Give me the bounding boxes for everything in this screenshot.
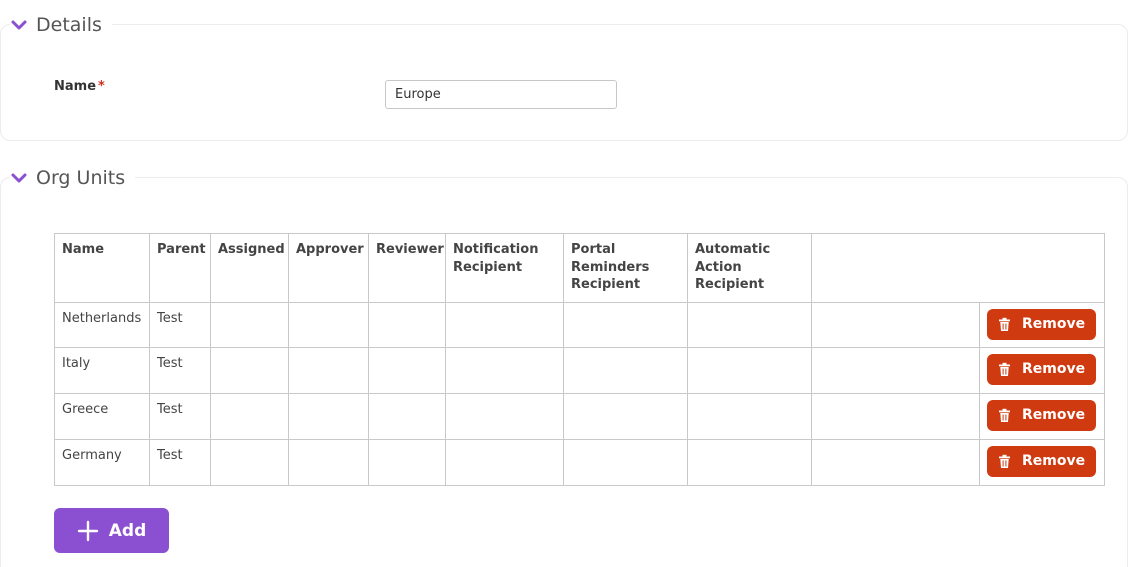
cell-assigned	[210, 301, 289, 348]
remove-button[interactable]: Remove	[987, 353, 1096, 385]
cell-approver	[288, 346, 369, 394]
cell-assigned	[210, 346, 289, 394]
cell-extra	[811, 438, 980, 486]
table-row: Netherlands Test Remove	[54, 301, 1105, 348]
column-header-name[interactable]: Name	[54, 233, 150, 303]
org-units-title: Org Units	[36, 167, 126, 189]
cell-extra	[811, 346, 980, 394]
cell-parent: Test	[149, 301, 211, 348]
org-units-section-toggle[interactable]: Org Units	[10, 165, 136, 191]
cell-actions: Remove	[979, 301, 1105, 348]
cell-extra	[811, 392, 980, 440]
cell-assigned	[210, 392, 289, 440]
cell-reviewer	[368, 301, 446, 348]
remove-button[interactable]: Remove	[987, 445, 1096, 477]
cell-name: Greece	[54, 392, 150, 440]
cell-notification-recipient	[445, 392, 564, 440]
name-input[interactable]	[385, 80, 617, 109]
cell-notification-recipient	[445, 346, 564, 394]
table-header-row: Name Parent Assigned Approver Reviewer N…	[54, 233, 1105, 303]
trash-icon	[997, 454, 1012, 469]
trash-icon	[997, 408, 1012, 423]
cell-parent: Test	[149, 438, 211, 486]
cell-name: Germany	[54, 438, 150, 486]
cell-notification-recipient	[445, 301, 564, 348]
cell-parent: Test	[149, 346, 211, 394]
required-marker: *	[98, 79, 105, 94]
remove-button[interactable]: Remove	[987, 308, 1096, 340]
cell-actions: Remove	[979, 346, 1105, 394]
add-org-unit-button[interactable]: Add	[54, 508, 169, 553]
details-title: Details	[36, 14, 102, 36]
remove-button-label: Remove	[1022, 453, 1086, 469]
cell-portal-reminders-recipient	[563, 438, 688, 486]
cell-portal-reminders-recipient	[563, 392, 688, 440]
column-header-assigned[interactable]: Assigned	[210, 233, 289, 303]
plus-icon	[77, 520, 99, 542]
cell-extra	[811, 301, 980, 348]
cell-actions: Remove	[979, 392, 1105, 440]
table-row: Greece Test Remove	[54, 392, 1105, 440]
remove-button-label: Remove	[1022, 361, 1086, 377]
trash-icon	[997, 362, 1012, 377]
cell-actions: Remove	[979, 438, 1105, 486]
name-label: Name *	[54, 79, 105, 94]
cell-name: Netherlands	[54, 301, 150, 348]
cell-automatic-action-recipient	[687, 301, 812, 348]
cell-portal-reminders-recipient	[563, 346, 688, 394]
cell-reviewer	[368, 392, 446, 440]
cell-approver	[288, 392, 369, 440]
table-row: Germany Test Remove	[54, 438, 1105, 486]
cell-parent: Test	[149, 392, 211, 440]
cell-approver	[288, 438, 369, 486]
column-header-actions	[811, 233, 1105, 303]
add-button-label: Add	[108, 520, 147, 541]
trash-icon	[997, 317, 1012, 332]
cell-automatic-action-recipient	[687, 392, 812, 440]
cell-reviewer	[368, 346, 446, 394]
column-header-automatic-action-recipient[interactable]: Automatic Action Recipient	[687, 233, 812, 303]
cell-automatic-action-recipient	[687, 346, 812, 394]
column-header-notification-recipient[interactable]: Notification Recipient	[445, 233, 564, 303]
column-header-approver[interactable]: Approver	[288, 233, 369, 303]
remove-button[interactable]: Remove	[987, 399, 1096, 431]
cell-portal-reminders-recipient	[563, 301, 688, 348]
chevron-down-icon	[10, 169, 28, 187]
name-label-text: Name	[54, 79, 97, 94]
chevron-down-icon	[10, 16, 28, 34]
details-section-toggle[interactable]: Details	[10, 12, 112, 38]
org-units-table: Name Parent Assigned Approver Reviewer N…	[54, 233, 1105, 486]
cell-automatic-action-recipient	[687, 438, 812, 486]
cell-name: Italy	[54, 346, 150, 394]
column-header-portal-reminders-recipient[interactable]: Portal Reminders Recipient	[563, 233, 688, 303]
column-header-reviewer[interactable]: Reviewer	[368, 233, 446, 303]
cell-assigned	[210, 438, 289, 486]
column-header-parent[interactable]: Parent	[149, 233, 211, 303]
table-row: Italy Test Remove	[54, 346, 1105, 394]
cell-reviewer	[368, 438, 446, 486]
remove-button-label: Remove	[1022, 316, 1086, 332]
cell-notification-recipient	[445, 438, 564, 486]
remove-button-label: Remove	[1022, 407, 1086, 423]
cell-approver	[288, 301, 369, 348]
